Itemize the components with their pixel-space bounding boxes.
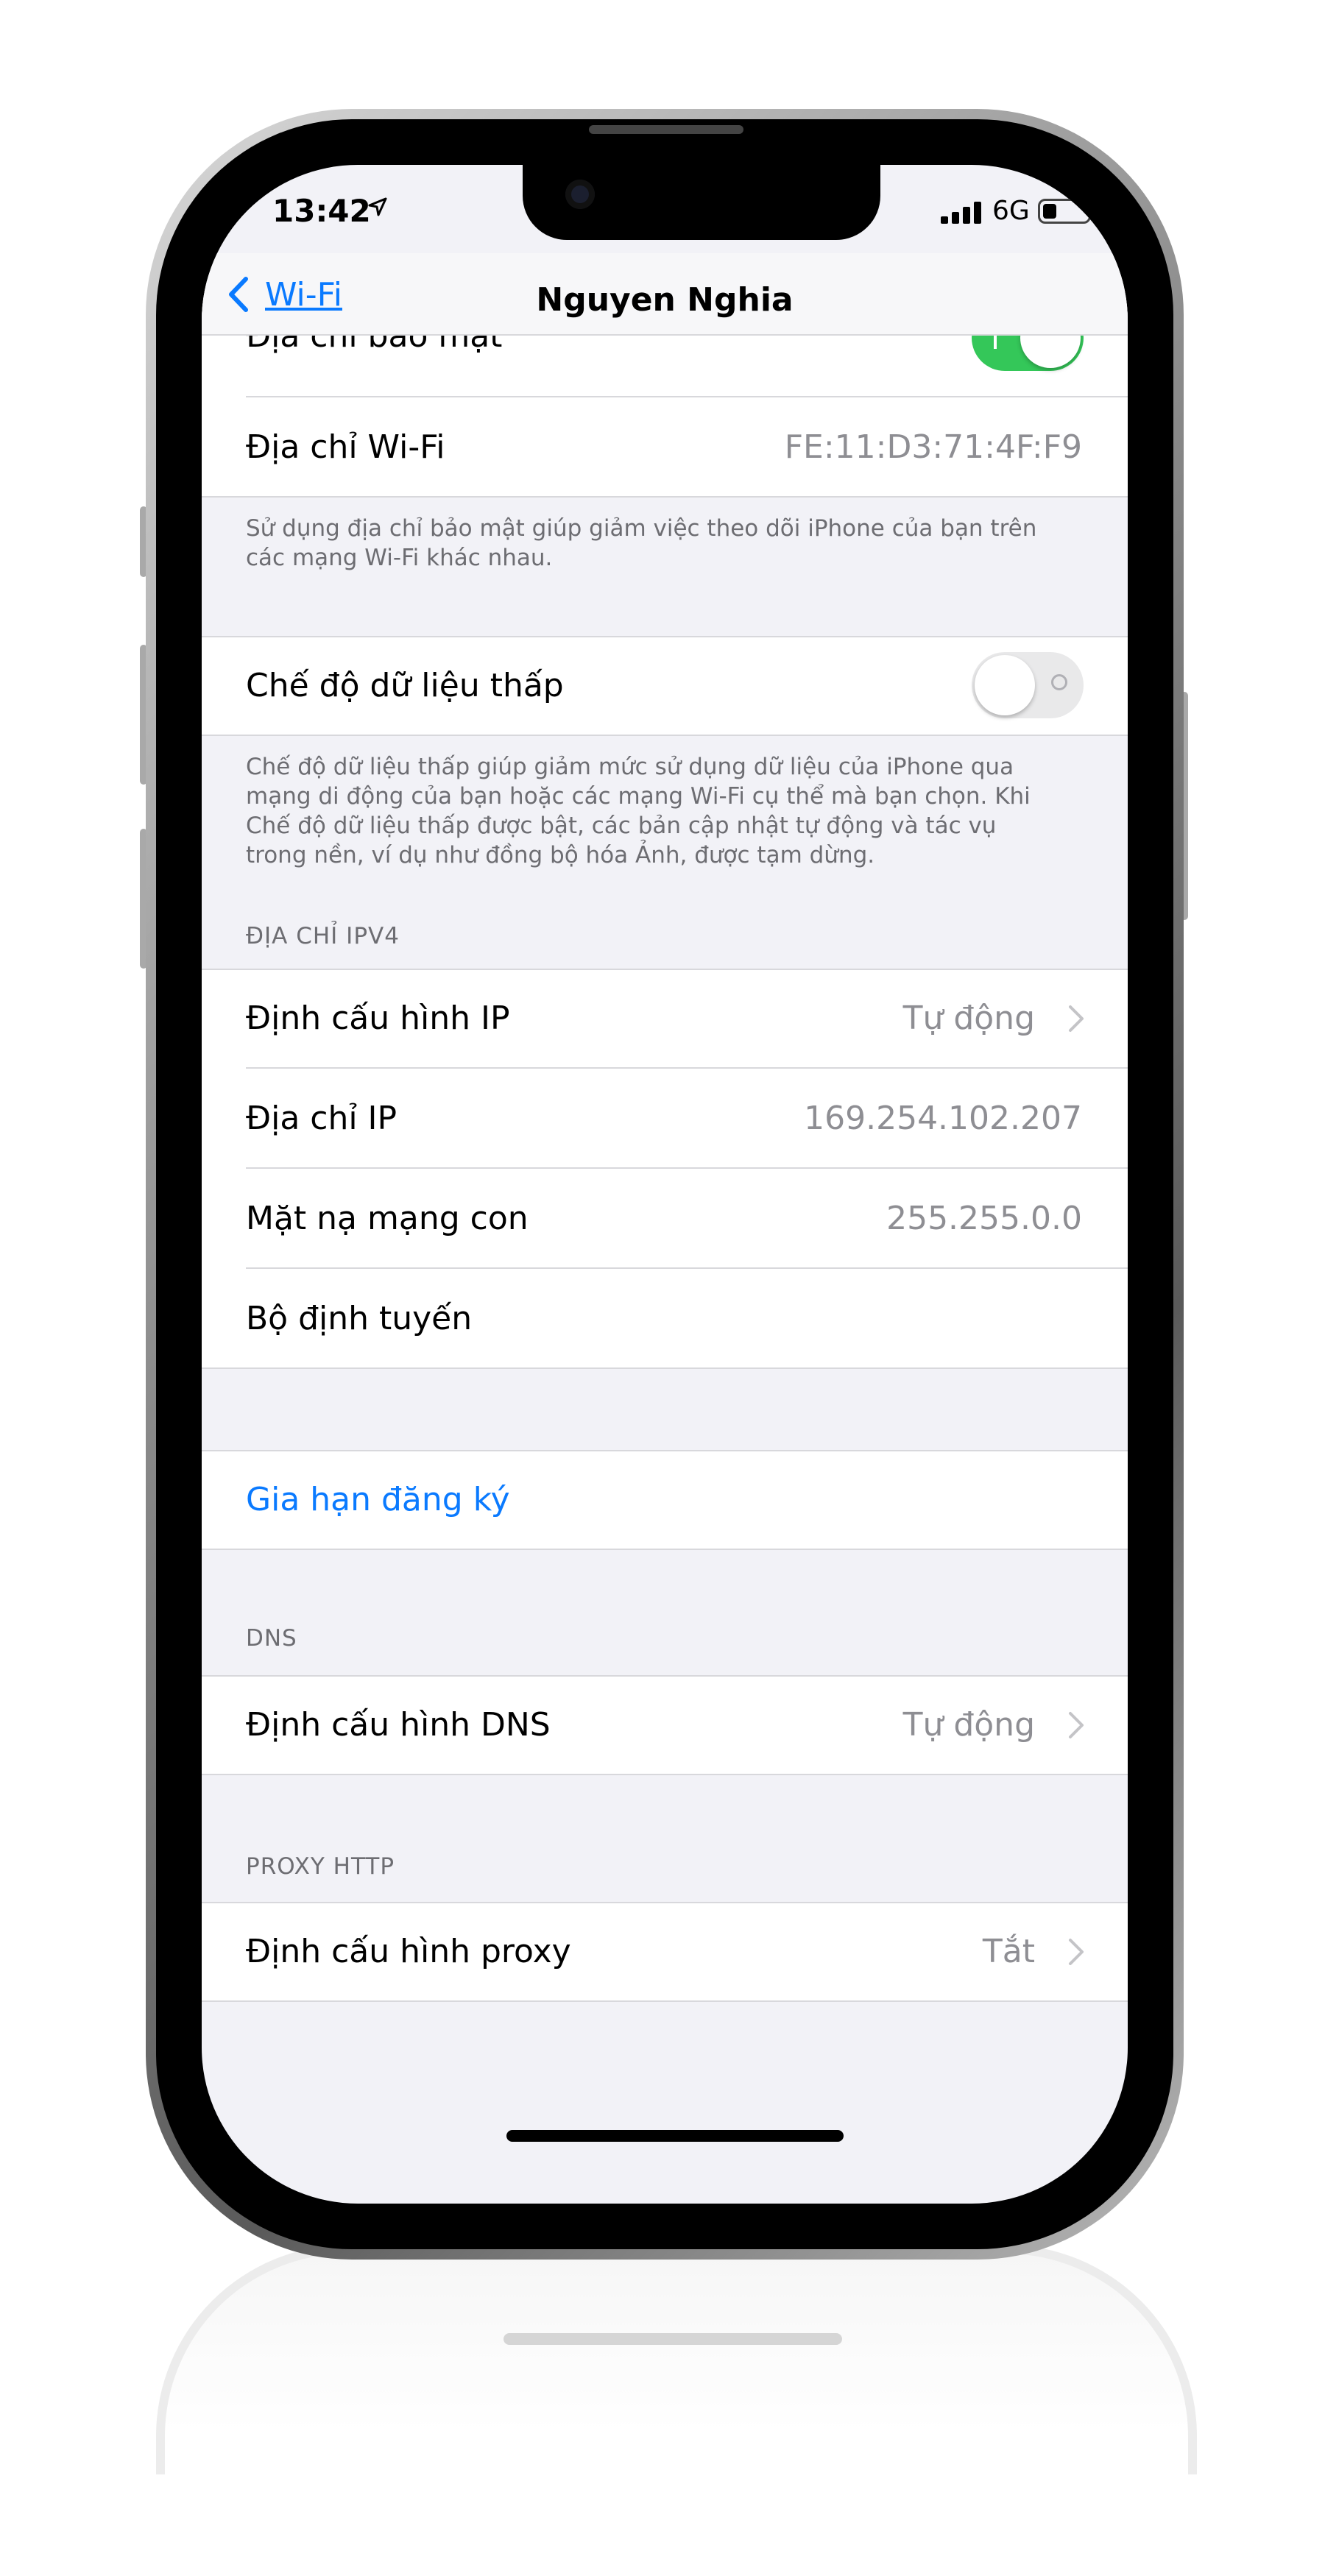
- configure-proxy-label: Định cấu hình proxy: [246, 1933, 571, 1970]
- chevron-right-icon: [1069, 1712, 1084, 1738]
- signal-bars-icon: [941, 202, 981, 224]
- phone-frame: Địa chỉ bảo mật Địa chỉ Wi-Fi FE:11:D3:7…: [146, 109, 1184, 2260]
- wifi-address-value: FE:11:D3:71:4F:F9: [784, 428, 1082, 466]
- earpiece-speaker: [589, 125, 743, 134]
- configure-dns-value: Tự động: [902, 1706, 1035, 1744]
- configure-ip-label: Định cấu hình IP: [246, 999, 510, 1037]
- row-renew-lease[interactable]: Gia hạn đăng ký: [202, 1450, 1128, 1550]
- toggle-off-mark: [1051, 674, 1067, 690]
- row-configure-proxy[interactable]: Định cấu hình proxy Tắt: [202, 1902, 1128, 2002]
- configure-ip-value: Tự động: [902, 999, 1035, 1037]
- phone-bezel: Địa chỉ bảo mật Địa chỉ Wi-Fi FE:11:D3:7…: [156, 119, 1173, 2249]
- renew-lease-button[interactable]: Gia hạn đăng ký: [246, 1450, 510, 1550]
- chevron-right-icon: [1069, 1005, 1084, 1032]
- section-separator: [202, 496, 1128, 498]
- phone-screen: Địa chỉ bảo mật Địa chỉ Wi-Fi FE:11:D3:7…: [202, 165, 1128, 2204]
- subnet-mask-value: 255.255.0.0: [886, 1200, 1082, 1237]
- notch: [523, 165, 880, 240]
- proxy-section-header: PROXY HTTP: [246, 1853, 395, 1880]
- wifi-address-label: Địa chỉ Wi-Fi: [246, 428, 445, 466]
- low-data-mode-toggle[interactable]: [972, 652, 1084, 718]
- ipv4-section-header: ĐỊA CHỈ IPV4: [246, 923, 400, 949]
- row-ip-address: Địa chỉ IP 169.254.102.207: [202, 1069, 1128, 1169]
- navigation-bar: Wi-Fi Nguyen Nghia: [202, 253, 1128, 336]
- page-title: Nguyen Nghia: [536, 281, 794, 319]
- section-separator: [202, 735, 1128, 736]
- status-time: 13:42: [272, 193, 371, 229]
- section-separator: [202, 1367, 1128, 1369]
- dns-section-header: DNS: [246, 1625, 297, 1652]
- section-separator: [202, 2000, 1128, 2002]
- row-subnet-mask: Mặt nạ mạng con 255.255.0.0: [202, 1169, 1128, 1269]
- chevron-right-icon: [1069, 1939, 1084, 1965]
- configure-dns-label: Định cấu hình DNS: [246, 1706, 551, 1744]
- row-low-data-mode[interactable]: Chế độ dữ liệu thấp: [202, 636, 1128, 736]
- row-router: Bộ định tuyến: [202, 1269, 1128, 1369]
- section-separator: [202, 1774, 1128, 1775]
- battery-level: [1043, 204, 1056, 219]
- low-data-mode-footer: Chế độ dữ liệu thấp giúp giảm mức sử dụn…: [246, 754, 1031, 868]
- row-configure-dns[interactable]: Định cấu hình DNS Tự động: [202, 1675, 1128, 1775]
- low-data-mode-label: Chế độ dữ liệu thấp: [246, 667, 564, 704]
- home-indicator[interactable]: [506, 2130, 844, 2142]
- battery-icon: [1038, 199, 1091, 224]
- battery-cap: [1092, 206, 1096, 216]
- ip-address-label: Địa chỉ IP: [246, 1100, 398, 1137]
- subnet-mask-label: Mặt nạ mạng con: [246, 1200, 529, 1237]
- router-label: Bộ định tuyến: [246, 1300, 473, 1337]
- secure-address-footer: Sử dụng địa chỉ bảo mật giúp giảm việc t…: [246, 515, 1037, 571]
- location-arrow-icon: [368, 197, 387, 216]
- toggle-knob: [975, 655, 1035, 715]
- configure-proxy-value: Tắt: [982, 1933, 1035, 1970]
- row-wifi-address[interactable]: Địa chỉ Wi-Fi FE:11:D3:71:4F:F9: [202, 397, 1128, 498]
- phone-reflection: [156, 2245, 1197, 2474]
- ip-address-value: 169.254.102.207: [804, 1100, 1082, 1137]
- reflection-home-indicator: [504, 2333, 842, 2345]
- section-separator: [202, 1549, 1128, 1550]
- row-configure-ip[interactable]: Định cấu hình IP Tự động: [202, 969, 1128, 1069]
- front-camera: [565, 180, 595, 209]
- network-type: 6G: [992, 196, 1030, 226]
